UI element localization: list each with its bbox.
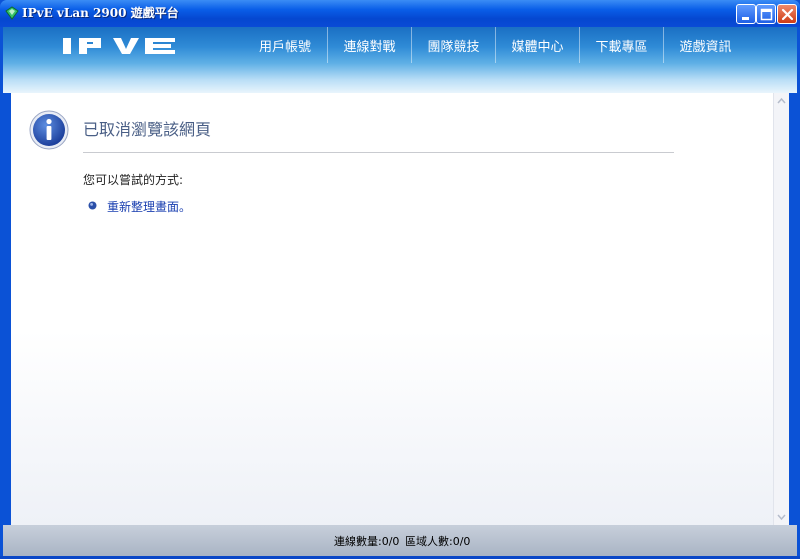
connection-count: 連線數量:0/0: [334, 535, 400, 548]
nav-game-info[interactable]: 遊戲資訊: [663, 27, 747, 63]
maximize-button[interactable]: [756, 4, 776, 24]
minimize-icon: [742, 17, 749, 20]
app-window: IPvE vLan 2900 遊戲平台 用戶帳號 連線對戰 團隊競技 媒體中心 …: [0, 0, 800, 559]
refresh-link[interactable]: 重新整理畫面。: [107, 198, 191, 215]
status-bar: 連線數量:0/0 區域人數:0/0: [3, 525, 797, 556]
main-nav: 用戶帳號 連線對戰 團隊競技 媒體中心 下載專區 遊戲資訊: [243, 27, 747, 79]
nav-team-competition[interactable]: 團隊競技: [411, 27, 495, 63]
info-icon: [29, 110, 69, 150]
suggestion-heading: 您可以嘗試的方式:: [83, 173, 184, 187]
title-bar[interactable]: IPvE vLan 2900 遊戲平台: [0, 0, 800, 27]
title-divider: [83, 152, 674, 153]
area-user-count: 區域人數:0/0: [405, 535, 471, 548]
nav-download-area[interactable]: 下載專區: [579, 27, 663, 63]
close-button[interactable]: [777, 4, 797, 24]
scroll-down-icon[interactable]: [774, 510, 789, 524]
browser-content: [11, 93, 773, 525]
minimize-button[interactable]: [736, 4, 756, 24]
maximize-icon: [760, 8, 773, 21]
app-header: 用戶帳號 連線對戰 團隊競技 媒體中心 下載專區 遊戲資訊: [3, 27, 797, 93]
app-icon: [5, 6, 19, 20]
page-title: 已取消瀏覽該網頁: [83, 120, 212, 139]
nav-user-account[interactable]: 用戶帳號: [243, 27, 327, 63]
vertical-scrollbar[interactable]: [773, 93, 789, 525]
close-icon: [781, 8, 794, 21]
nav-online-battle[interactable]: 連線對戰: [327, 27, 411, 63]
nav-media-center[interactable]: 媒體中心: [495, 27, 579, 63]
ipve-logo: [63, 38, 175, 54]
bullet-icon: [88, 201, 97, 210]
window-title: IPvE vLan 2900 遊戲平台: [22, 6, 179, 20]
scroll-up-icon[interactable]: [774, 94, 789, 108]
